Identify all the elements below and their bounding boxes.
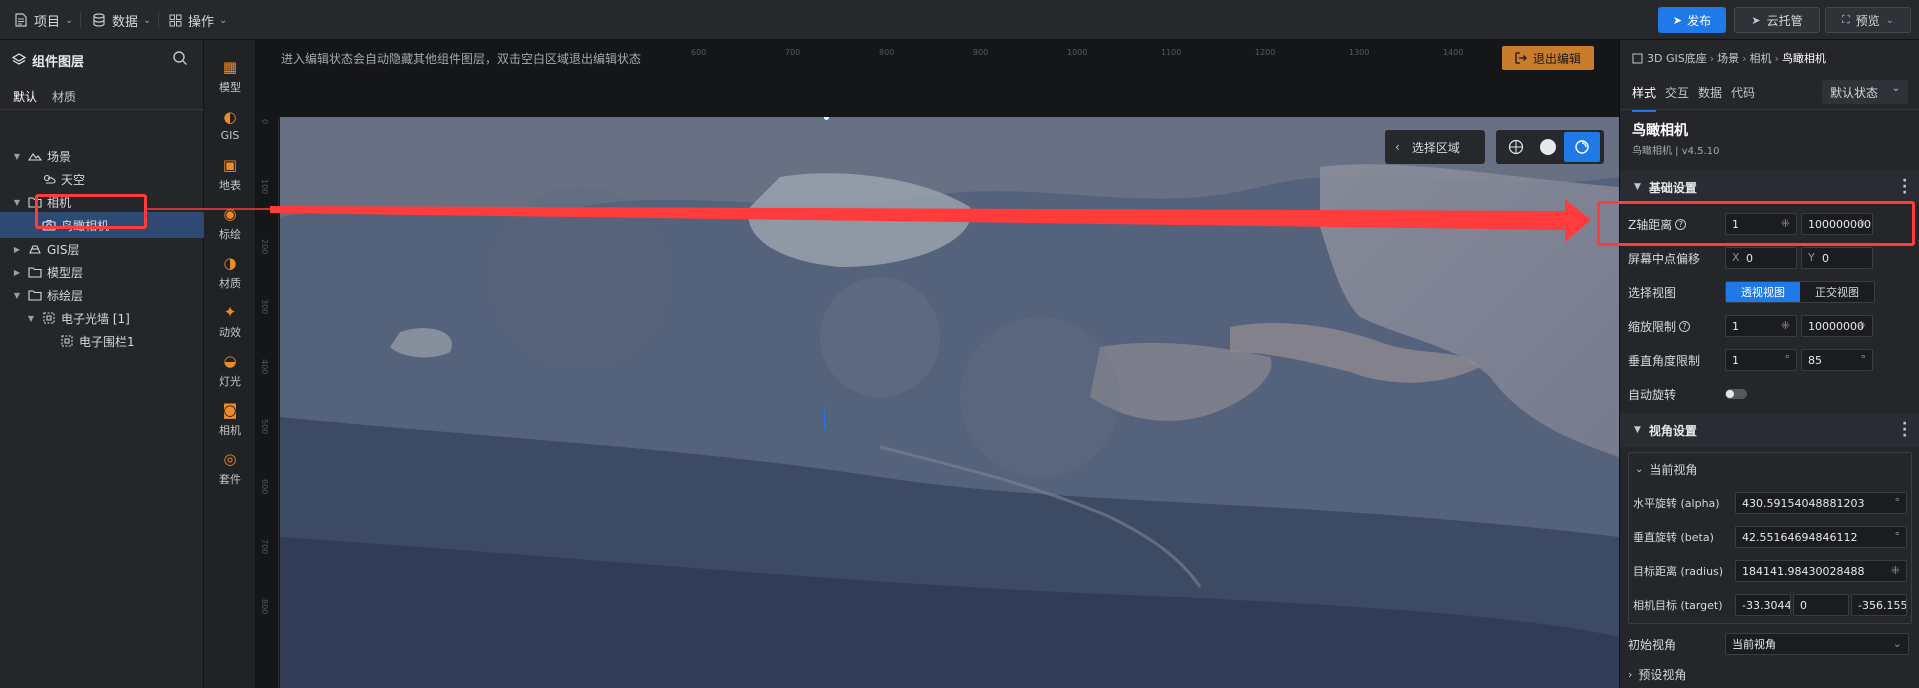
annotation-arrow-shape: [270, 199, 1591, 242]
annotation-arrow: [147, 199, 1591, 242]
